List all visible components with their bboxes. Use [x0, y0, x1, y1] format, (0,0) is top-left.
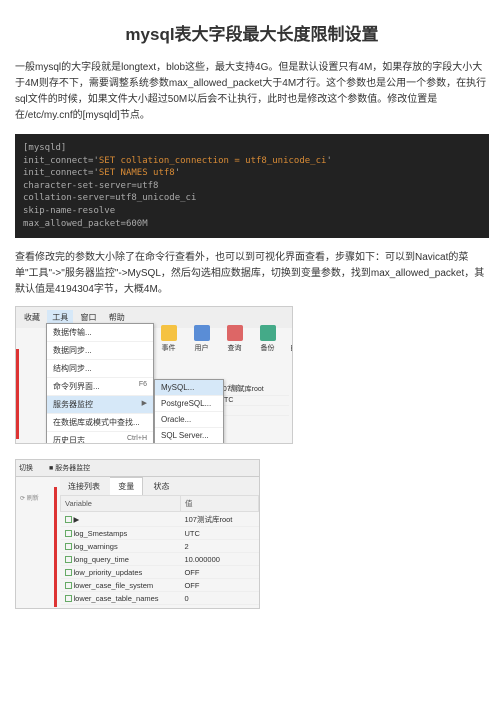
var-name: master_info_repository [61, 605, 181, 610]
table-row[interactable]: log_SmestampsUTC [61, 527, 259, 540]
var-value: OFF [180, 566, 258, 579]
screenshot-navicat-menu: 收藏 工具 窗口 帮助 事件 用户 查询 备份 自动运行 数据传输... 数据同… [15, 306, 293, 444]
var-value: 0 [180, 592, 258, 605]
submenu-postgresql[interactable]: PostgreSQL... [155, 396, 223, 412]
submenu-oracle[interactable]: Oracle... [155, 412, 223, 428]
highlight-bar [16, 349, 19, 439]
table-row[interactable]: lower_case_file_systemOFF [61, 579, 259, 592]
tools-menu: 数据传输... 数据同步... 结构同步... 命令列界面...F6 服务器监控… [46, 323, 154, 444]
var-name: lower_case_file_system [61, 579, 181, 592]
checkbox-icon[interactable] [65, 556, 72, 563]
var-name: log_Smestamps [61, 527, 181, 540]
table-row[interactable]: log_warnings2 [61, 540, 259, 553]
col-variable: Variable [61, 496, 181, 512]
var-value: 10.000000 [180, 553, 258, 566]
var-value: 107测试库root [180, 512, 258, 527]
toolbar-backup[interactable]: 备份 [255, 325, 280, 363]
table-row[interactable]: lower_case_table_names0 [61, 592, 259, 605]
ss2-leftcol: ⟳ 刷新 [20, 493, 50, 502]
var-name: ▶ [61, 512, 181, 527]
tab-variable[interactable]: 变量 [110, 477, 143, 495]
checkbox-icon[interactable] [65, 595, 72, 602]
toolbar-user[interactable]: 用户 [189, 325, 214, 363]
code-line: collation-server=utf8_unicode_ci [23, 192, 481, 205]
table-row[interactable]: long_query_time10.000000 [61, 553, 259, 566]
code-line: init_connect='SET collation_connection =… [23, 155, 481, 168]
highlight-bar [54, 487, 57, 607]
var-name: lower_case_table_names [61, 592, 181, 605]
checkbox-icon[interactable] [65, 582, 72, 589]
variable-table: Variable 值 ▶107测试库rootlog_SmestampsUTClo… [60, 495, 259, 609]
table-row[interactable]: ▶107测试库root [61, 512, 259, 527]
menu-find[interactable]: 在数据库或模式中查找... [47, 414, 153, 432]
menu-struct-sync[interactable]: 结构同步... [47, 360, 153, 378]
tab-connlist[interactable]: 连接列表 [60, 478, 108, 495]
intro-paragraph: 一般mysql的大字段就是longtext，blob这些，最大支持4G。但是默认… [15, 60, 489, 124]
menu-data-transfer[interactable]: 数据传输... [47, 324, 153, 342]
ss2-titlebar: 切换 ■ 服务器监控 [16, 460, 259, 477]
code-line: [mysqld] [23, 142, 481, 155]
toolbar-query[interactable]: 查询 [222, 325, 247, 363]
toolbar: 事件 用户 查询 备份 自动运行 [156, 325, 293, 363]
checkbox-icon[interactable] [65, 569, 72, 576]
var-name: long_query_time [61, 553, 181, 566]
bg-row: 107测试库root [217, 383, 289, 396]
menu-history[interactable]: 历史日志Ctrl+H [47, 432, 153, 444]
table-row[interactable]: low_priority_updatesOFF [61, 566, 259, 579]
code-block: [mysqld] init_connect='SET collation_con… [15, 134, 489, 238]
page-title: mysql表大字段最大长度限制设置 [15, 20, 489, 45]
submenu-mysql[interactable]: MySQL... [155, 380, 223, 396]
menu-data-sync[interactable]: 数据同步... [47, 342, 153, 360]
screenshot-variables-table: 切换 ■ 服务器监控 ⟳ 刷新 连接列表 变量 状态 Variable 值 ▶1… [15, 459, 260, 609]
code-line: character-set-server=utf8 [23, 180, 481, 193]
tab-collect[interactable]: 收藏 [19, 310, 45, 325]
var-value: FILE [180, 605, 258, 610]
code-line: skip-name-resolve [23, 205, 481, 218]
var-name: low_priority_updates [61, 566, 181, 579]
bg-row: UTC [217, 396, 289, 406]
checkbox-icon[interactable] [65, 543, 72, 550]
submenu-sqlserver[interactable]: SQL Server... [155, 428, 223, 444]
menu-server-monitor[interactable]: 服务器监控▶ [47, 396, 153, 414]
checkbox-icon[interactable] [65, 516, 72, 523]
code-line: max_allowed_packet=600M [23, 218, 481, 231]
bg-row: 2 [217, 406, 289, 416]
tab-status[interactable]: 状态 [145, 478, 177, 495]
table-row[interactable]: master_info_repositoryFILE [61, 605, 259, 610]
checkbox-icon[interactable] [65, 530, 72, 537]
col-value: 值 [180, 496, 258, 512]
toolbar-event[interactable]: 事件 [156, 325, 181, 363]
refresh-button[interactable]: ⟳ 刷新 [20, 493, 50, 502]
sub-paragraph: 查看修改完的参数大小除了在命令行查看外，也可以到可视化界面查看，步骤如下：可以到… [15, 250, 489, 298]
bg-value-rows: 107测试库root UTC 2 [217, 383, 289, 416]
var-name: log_warnings [61, 540, 181, 553]
toolbar-auto[interactable]: 自动运行 [288, 325, 293, 363]
ss2-tabs: 连接列表 变量 状态 [60, 477, 259, 495]
code-line: init_connect='SET NAMES utf8' [23, 167, 481, 180]
var-value: UTC [180, 527, 258, 540]
menu-cmd[interactable]: 命令列界面...F6 [47, 378, 153, 396]
var-value: OFF [180, 579, 258, 592]
submenu-server-monitor: MySQL... PostgreSQL... Oracle... SQL Ser… [154, 379, 224, 444]
var-value: 2 [180, 540, 258, 553]
checkbox-icon[interactable] [65, 608, 72, 609]
